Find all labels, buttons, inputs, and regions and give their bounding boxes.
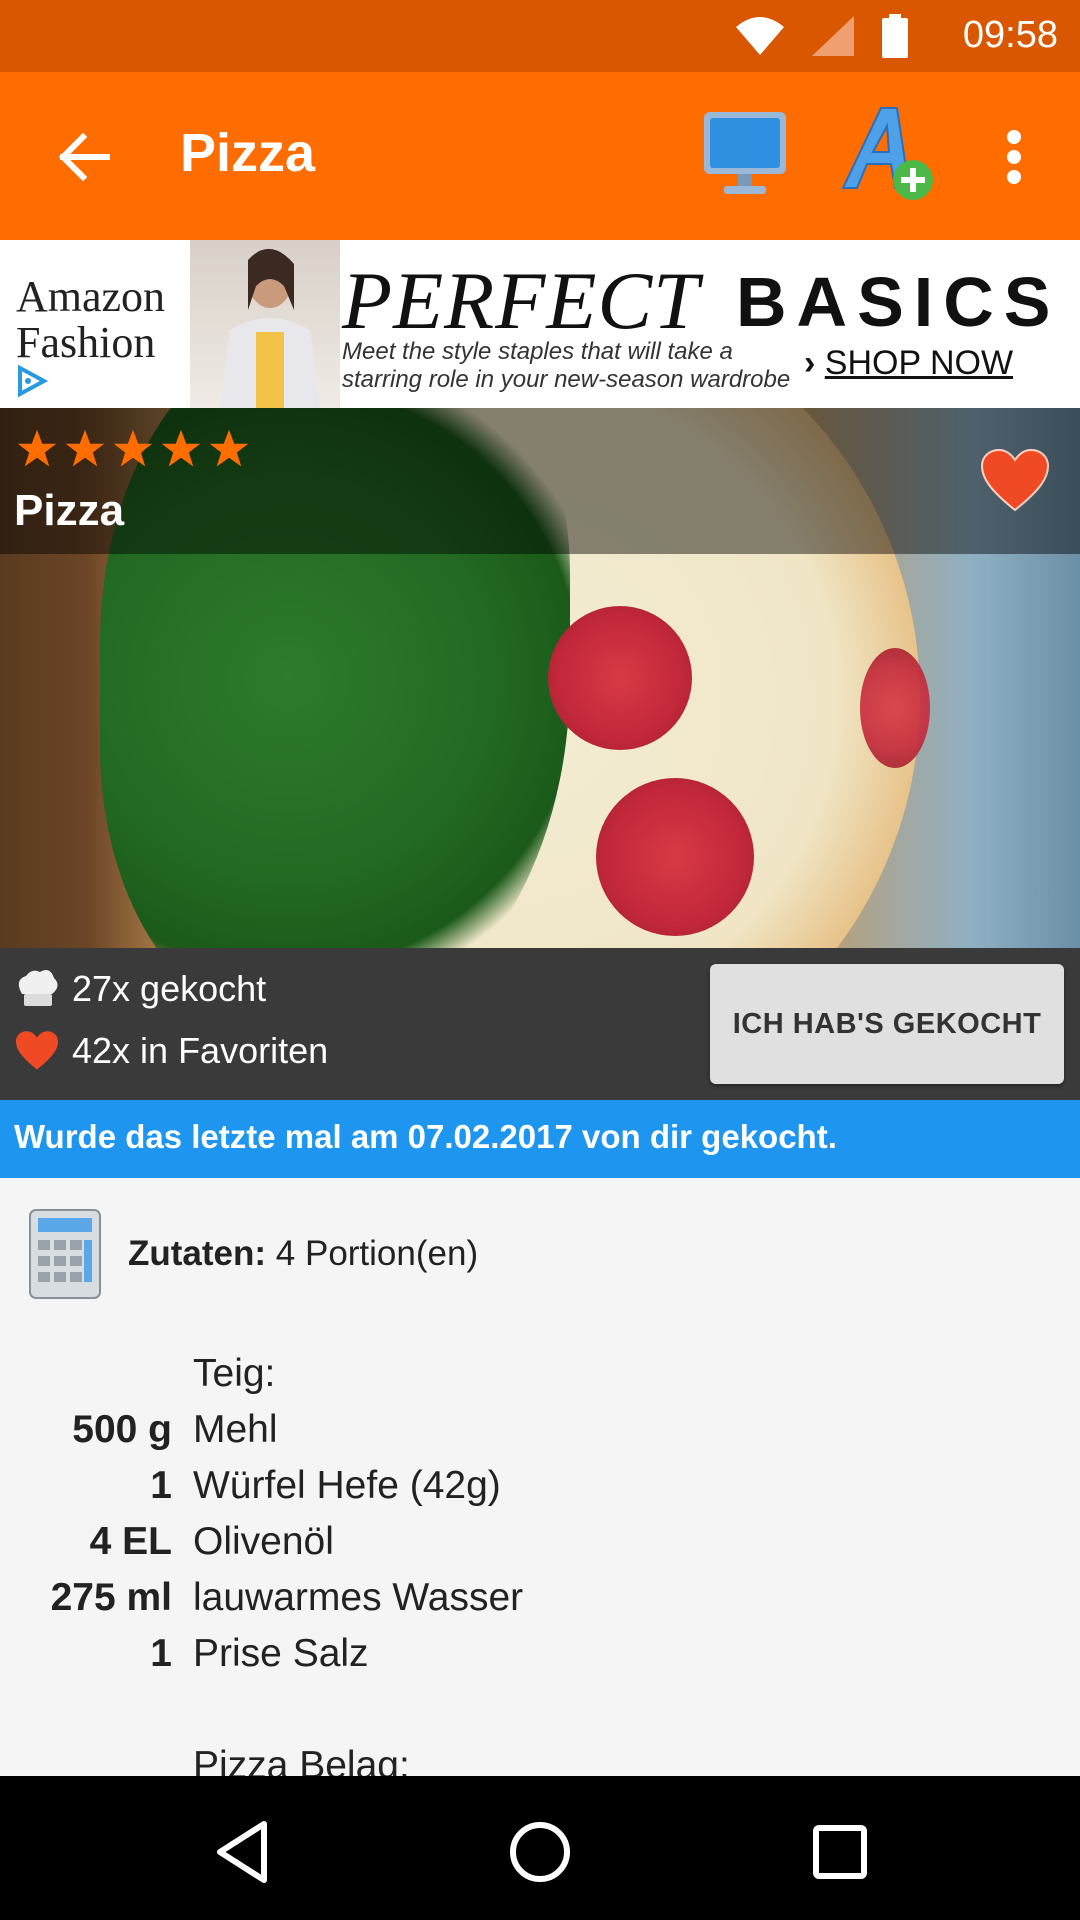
- ingredients-label: Zutaten: 4 Portion(en): [128, 1234, 478, 1274]
- ad-model-image: [190, 240, 340, 408]
- ingredients-title: Zutaten:: [128, 1234, 267, 1273]
- font-size-plus-icon: [841, 107, 933, 200]
- cooked-count: 27x gekocht: [14, 968, 266, 1010]
- chevron-right-icon: ›: [804, 344, 816, 382]
- font-size-button[interactable]: [835, 98, 945, 208]
- favorite-heart-icon[interactable]: [980, 448, 1050, 514]
- recipe-photo: Pizza: [0, 408, 1080, 948]
- wifi-icon: [736, 17, 784, 55]
- chef-hat-icon: [18, 970, 58, 1006]
- ingredient-name: Teig:: [193, 1352, 276, 1395]
- more-vert-icon: [1007, 130, 1021, 184]
- nav-home-icon: [510, 1822, 570, 1882]
- i-cooked-it-button[interactable]: ICH HAB'S GEKOCHT: [710, 964, 1064, 1084]
- ingredient-name: lauwarmes Wasser: [193, 1576, 524, 1619]
- star-icon: [113, 429, 153, 467]
- status-bar: 09:58: [0, 0, 1080, 72]
- cast-to-screen-button[interactable]: [690, 104, 800, 204]
- arrow-back-icon: [58, 133, 110, 181]
- more-options-button[interactable]: [990, 112, 1038, 202]
- list-item: 1 Prise Salz: [0, 1632, 1080, 1688]
- ad-cta-label: SHOP NOW: [824, 344, 1014, 382]
- star-icon: [17, 429, 57, 467]
- ingredient-name: Würfel Hefe (42g): [193, 1464, 501, 1507]
- nav-home-button[interactable]: [500, 1812, 580, 1892]
- recipe-stats: 27x gekocht 42x in Favoriten ICH HAB'S G…: [0, 948, 1080, 1100]
- list-item: 500 g Mehl: [0, 1408, 1080, 1464]
- star-icon: [161, 429, 201, 467]
- rating-stars: [16, 428, 250, 470]
- portions-value: 4 Portion(en): [275, 1234, 479, 1273]
- ingredient-list: Teig: 500 g Mehl 1 Würfel Hefe (42g) 4 E…: [0, 1352, 1080, 1800]
- ingredient-name: Prise Salz: [193, 1632, 369, 1675]
- ingredient-name: Mehl: [193, 1408, 278, 1451]
- nav-recents-icon: [813, 1825, 867, 1879]
- last-cooked-banner: Wurde das letzte mal am 07.02.2017 von d…: [0, 1100, 1080, 1178]
- ingredients-header[interactable]: Zutaten: 4 Portion(en): [28, 1208, 478, 1300]
- heart-icon: [16, 1031, 58, 1070]
- status-time: 09:58: [962, 14, 1058, 56]
- system-nav-bar: [0, 1776, 1080, 1920]
- ingredient-qty: 275 ml: [50, 1576, 172, 1619]
- ad-banner[interactable]: Amazon Fashion PERFECT BASICS Meet the s…: [0, 240, 1080, 409]
- ad-subtext: Meet the style staples that will take a …: [342, 338, 791, 393]
- list-item: 1 Würfel Hefe (42g): [0, 1464, 1080, 1520]
- ad-headline-1: PERFECT: [342, 255, 700, 346]
- favorites-count: 42x in Favoriten: [14, 1030, 328, 1072]
- star-icon: [65, 429, 105, 467]
- ad-headline-2: BASICS: [736, 263, 1061, 341]
- nav-back-button[interactable]: [202, 1812, 282, 1892]
- ad-brand: Amazon Fashion: [16, 272, 166, 367]
- app-bar: Pizza: [0, 72, 1080, 240]
- list-item: [0, 1688, 1080, 1744]
- ingredient-qty: 500 g: [72, 1408, 172, 1451]
- calculator-icon: [29, 1209, 101, 1299]
- last-cooked-text: Wurde das letzte mal am 07.02.2017 von d…: [14, 1118, 837, 1155]
- back-button[interactable]: [38, 116, 130, 198]
- ad-shop-now-link[interactable]: › SHOP NOW: [804, 344, 1013, 383]
- status-icons: [734, 14, 910, 58]
- nav-recents-button[interactable]: [800, 1812, 880, 1892]
- ingredient-qty: 4 EL: [89, 1520, 172, 1563]
- list-item: 4 EL Olivenöl: [0, 1520, 1080, 1576]
- ingredient-qty: 1: [150, 1464, 172, 1507]
- ingredient-name: Olivenöl: [193, 1520, 334, 1563]
- list-item: 275 ml lauwarmes Wasser: [0, 1576, 1080, 1632]
- page-title: Pizza: [180, 123, 316, 183]
- list-item: Teig:: [0, 1352, 1080, 1408]
- cooked-count-label: 27x gekocht: [72, 968, 267, 1009]
- nav-back-icon: [217, 1821, 267, 1883]
- signal-icon: [812, 16, 854, 56]
- monitor-icon: [704, 112, 786, 194]
- recipe-header-overlay: Pizza: [0, 408, 1080, 554]
- ingredient-qty: 1: [150, 1632, 172, 1675]
- favorites-count-label: 42x in Favoriten: [72, 1030, 329, 1071]
- recipe-title: Pizza: [14, 486, 125, 535]
- star-icon: [209, 429, 249, 467]
- adchoices-icon[interactable]: [14, 364, 48, 398]
- battery-icon: [882, 14, 908, 58]
